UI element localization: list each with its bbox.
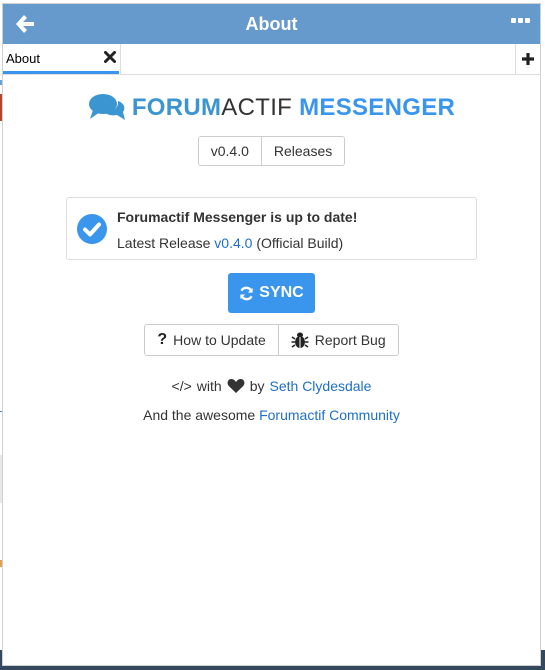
app-name-part: MESSENGER (299, 94, 456, 121)
plus-icon (522, 53, 534, 65)
window-title: About (245, 13, 298, 34)
how-to-update-label: How to Update (173, 332, 266, 348)
app-name-part: FORUM (131, 94, 222, 121)
app-name: FORUMACTIF MESSENGER (132, 94, 455, 122)
update-status-box: Forumactif Messenger is up to date! Late… (66, 197, 477, 260)
active-tab-indicator (3, 71, 119, 74)
app-logo: FORUMACTIF MESSENGER (3, 93, 540, 123)
back-button[interactable] (13, 12, 37, 36)
dot-icon (525, 18, 530, 23)
tab-bar: About (3, 44, 540, 75)
version-button-group: v0.4.0 Releases (197, 136, 346, 166)
refresh-icon (240, 286, 254, 300)
code-icon: </> (171, 378, 192, 394)
help-button-group: ? How to Update Report Bug (144, 324, 399, 356)
add-tab-button[interactable] (515, 44, 540, 74)
credits-line: </> with by Seth Clydesdale (3, 378, 540, 394)
version-button[interactable]: v0.4.0 (198, 137, 261, 165)
releases-button[interactable]: Releases (260, 137, 345, 165)
more-menu-button[interactable] (511, 18, 530, 23)
report-bug-label: Report Bug (314, 332, 386, 348)
tab-about[interactable]: About (3, 44, 121, 74)
about-content: FORUMACTIF MESSENGER v0.4.0 Releases For… (3, 93, 540, 423)
credits-by: by (249, 378, 265, 394)
latest-version-link[interactable]: v0.4.0 (214, 235, 252, 251)
credits-with: with (196, 378, 222, 394)
build-label: (Official Build) (256, 235, 344, 251)
arrow-left-icon (16, 15, 34, 33)
community-prefix: And the awesome (143, 407, 256, 423)
close-icon[interactable] (104, 51, 116, 63)
check-circle-icon (77, 214, 107, 244)
app-name-part: ACTIF (221, 94, 293, 121)
sync-button[interactable]: SYNC (228, 273, 315, 313)
dot-icon (518, 18, 523, 23)
comments-icon (88, 94, 125, 120)
status-title: Forumactif Messenger is up to date! (117, 209, 358, 225)
title-bar: About (3, 4, 540, 44)
messenger-window: About About FORUMACTIF MESSENGER v0.4.0 … (2, 3, 541, 666)
question-icon: ? (157, 331, 168, 348)
report-bug-button[interactable]: Report Bug (277, 325, 398, 355)
how-to-update-button[interactable]: ? How to Update (145, 325, 278, 355)
latest-release-label: Latest Release (117, 235, 211, 251)
tab-label: About (6, 51, 40, 66)
dot-icon (511, 18, 516, 23)
author-link[interactable]: Seth Clydesdale (270, 378, 372, 394)
latest-release-line: Latest Release v0.4.0 (Official Build) (117, 235, 343, 251)
heart-icon (227, 379, 245, 393)
bug-icon (291, 332, 309, 348)
community-line: And the awesome Forumactif Community (3, 407, 540, 423)
sync-label: SYNC (259, 284, 304, 301)
community-link[interactable]: Forumactif Community (259, 407, 400, 423)
